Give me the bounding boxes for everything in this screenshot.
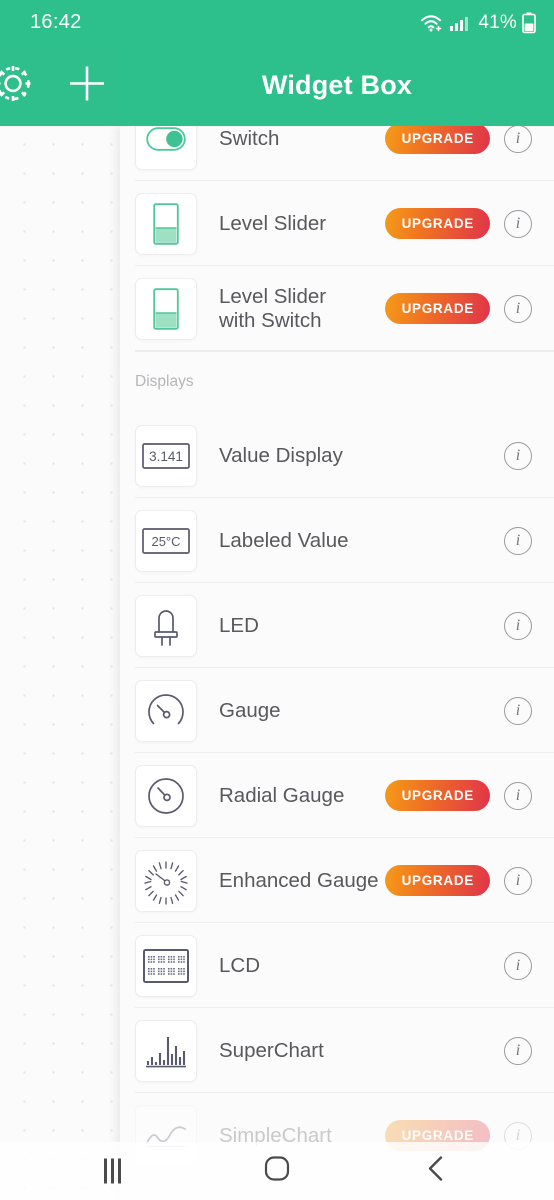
list-item-label: LED [219,613,259,637]
radial-gauge-icon [135,764,197,827]
widget-box-drawer[interactable]: Switch UPGRADE i Level Slider UPGRADE i [120,126,554,1200]
list-item[interactable]: Level Slider with Switch UPGRADE i [120,266,554,351]
list-item[interactable]: 3.141 Value Display i [120,413,554,498]
status-icons: 41% [420,12,536,34]
info-icon[interactable]: i [504,209,532,238]
info-icon[interactable]: i [504,696,532,725]
info-icon[interactable]: i [504,126,532,153]
labeled-value-icon: 25°C [135,509,197,572]
app-bar: Widget Box [0,45,554,126]
toggle-switch-icon [135,126,197,170]
value-display-icon: 3.141 [135,424,197,487]
list-item-label: Radial Gauge [219,783,345,807]
enhanced-gauge-icon [135,849,197,912]
list-item-label: Level Slider with Switch [219,284,327,332]
info-icon[interactable]: i [504,866,532,895]
info-icon[interactable]: i [504,1036,532,1065]
info-icon[interactable]: i [504,951,532,980]
list-item[interactable]: LCD i [120,923,554,1008]
section-header-displays: Displays [120,351,554,413]
upgrade-badge[interactable]: UPGRADE [384,126,490,154]
list-item[interactable]: Level Slider UPGRADE i [120,181,554,266]
app-bar-left-tools [0,45,120,126]
svg-text:25°C: 25°C [151,534,180,549]
battery-percent: 41% [478,11,517,33]
list-item-label: LCD [219,953,261,977]
upgrade-badge[interactable]: UPGRADE [384,780,490,811]
list-item[interactable]: SuperChart i [120,1008,554,1093]
list-item-label: SuperChart [219,1038,324,1062]
status-clock: 16:42 [30,11,82,33]
page-title: Widget Box [261,70,413,100]
level-slider-icon [135,277,197,340]
app-bar-title-area: Widget Box [120,45,554,126]
cellular-signal-icon [450,16,469,31]
level-slider-icon [135,192,197,255]
list-item-label: Value Display [219,443,343,467]
widget-list: Switch UPGRADE i Level Slider UPGRADE i [120,126,554,1178]
wifi-icon [421,14,442,31]
back-icon[interactable] [424,1155,450,1188]
list-item-label: Level Slider [219,211,327,235]
info-icon[interactable]: i [504,294,532,323]
svg-text:3.141: 3.141 [149,449,183,464]
superchart-icon [135,1019,197,1082]
info-icon[interactable]: i [504,781,532,810]
phone-screen: 16:42 41% Widget Box Switch UPGRADE i Le… [0,0,554,1200]
android-nav-bar [0,1142,554,1200]
upgrade-badge[interactable]: UPGRADE [384,293,490,324]
list-item[interactable]: Radial Gauge UPGRADE i [120,753,554,838]
list-item[interactable]: 25°C Labeled Value i [120,498,554,583]
info-icon[interactable]: i [504,611,532,640]
recent-apps-icon[interactable] [104,1158,121,1184]
list-item[interactable]: Switch UPGRADE i [120,126,554,181]
list-item-label: Labeled Value [219,528,349,552]
lcd-icon [135,934,197,997]
led-icon [135,594,197,657]
gear-icon[interactable] [0,56,40,115]
list-item[interactable]: Gauge i [120,668,554,753]
info-icon[interactable]: i [504,526,532,555]
info-icon[interactable]: i [504,441,532,470]
section-title: Displays [135,373,194,390]
list-item[interactable]: LED i [120,583,554,668]
home-icon[interactable] [262,1154,292,1189]
list-item[interactable]: Enhanced Gauge UPGRADE i [120,838,554,923]
list-item-label: Enhanced Gauge [219,868,379,892]
gauge-icon [135,679,197,742]
battery-icon [522,12,536,33]
upgrade-badge[interactable]: UPGRADE [384,208,490,239]
status-bar: 16:42 41% [0,0,554,45]
plus-icon[interactable] [66,62,108,109]
list-item-label: Switch [219,126,280,150]
list-item-label: Gauge [219,698,281,722]
upgrade-badge[interactable]: UPGRADE [384,865,490,896]
